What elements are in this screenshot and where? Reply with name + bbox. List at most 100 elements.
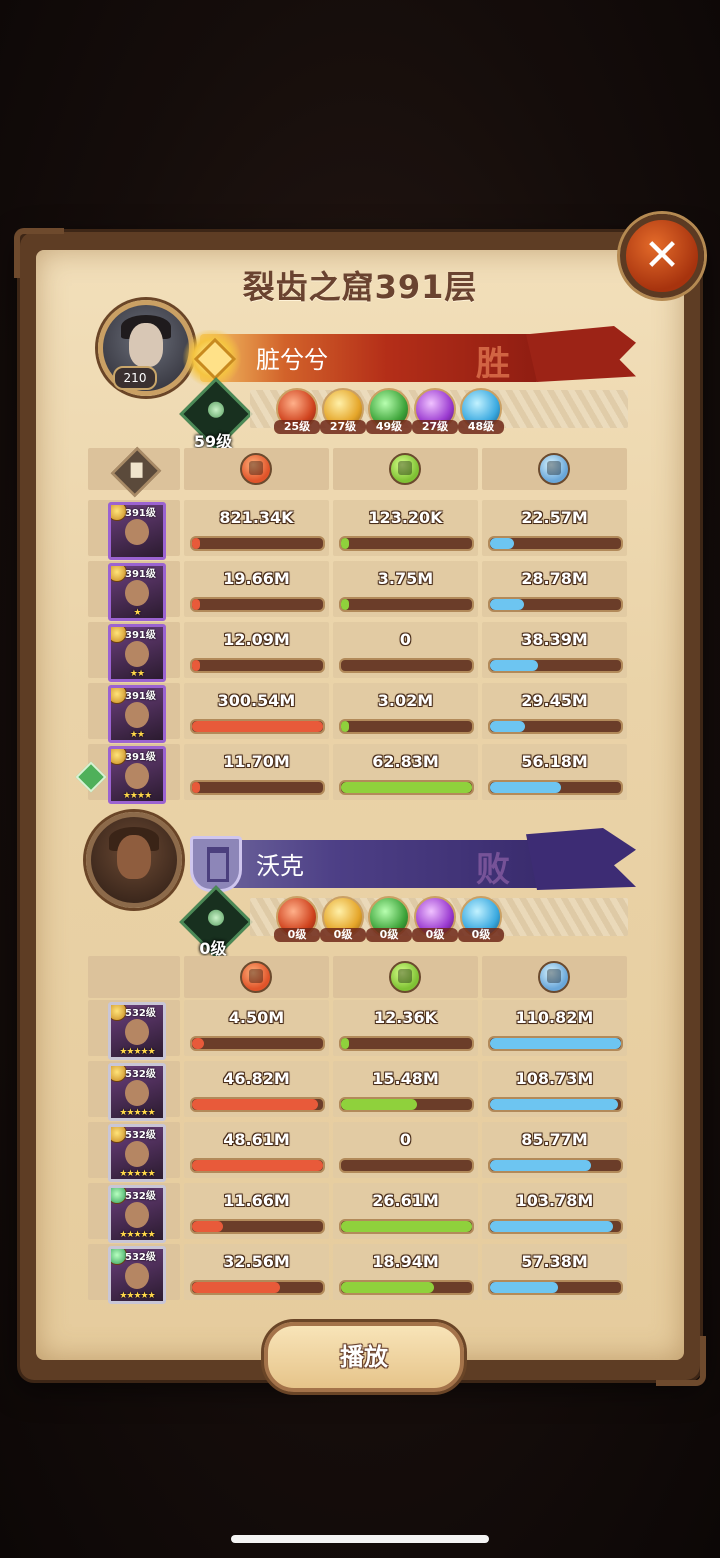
heal-bar bbox=[339, 719, 474, 734]
victory-emblem-icon bbox=[182, 330, 242, 386]
stats-header bbox=[88, 446, 632, 498]
hero-level: 532级 bbox=[125, 1130, 156, 1141]
damage-bar bbox=[190, 780, 325, 795]
hero-portrait[interactable]: 391级 ★★ bbox=[108, 624, 166, 682]
hero-stars: ★ bbox=[133, 608, 141, 618]
heal-bar-fill bbox=[341, 782, 472, 793]
hero-stars: ★★★★★ bbox=[119, 1291, 155, 1301]
heal-bar bbox=[339, 597, 474, 612]
damage-bar-fill bbox=[192, 538, 200, 549]
tank-bar-fill bbox=[490, 660, 539, 671]
hero-portrait[interactable]: 532级 ★★★★★ bbox=[108, 1002, 166, 1060]
player-avatar[interactable] bbox=[86, 812, 182, 908]
heal-value: 18.94M bbox=[372, 1252, 439, 1271]
tank-bar-fill bbox=[490, 599, 525, 610]
damage-bar-fill bbox=[192, 599, 200, 610]
light-skill-icon[interactable]: 27级 bbox=[320, 388, 366, 434]
fire-skill-icon[interactable]: 0级 bbox=[274, 896, 320, 942]
hero-stars: ★★★★★ bbox=[119, 1108, 155, 1118]
heal-value: 3.75M bbox=[377, 569, 434, 588]
tank-bar-fill bbox=[490, 1099, 619, 1110]
damage-bar-fill bbox=[192, 660, 200, 671]
hero-row: 532级 ★★★★★ 11.66M 26.61M 103.78M bbox=[88, 1183, 632, 1243]
frost-skill-icon[interactable]: 0级 bbox=[458, 896, 504, 942]
dialog-title: 裂齿之窟391层 bbox=[242, 268, 478, 306]
stats-header bbox=[88, 956, 632, 998]
hero-row: 391级 ★★ 12.09M 0 38.39M bbox=[88, 622, 632, 682]
tank-bar bbox=[488, 780, 623, 795]
heal-bar-fill bbox=[341, 538, 349, 549]
hero-portrait[interactable]: 391级 ★★ bbox=[108, 685, 166, 743]
result-label: 胜 bbox=[476, 344, 510, 384]
damage-bar-fill bbox=[192, 1221, 224, 1232]
home-indicator[interactable] bbox=[231, 1535, 489, 1543]
fire-skill-icon[interactable]: 25级 bbox=[274, 388, 320, 434]
tank-bar-fill bbox=[490, 1282, 559, 1293]
tank-bar-fill bbox=[490, 721, 526, 732]
tank-bar-fill bbox=[490, 1160, 591, 1171]
result-label: 败 bbox=[476, 850, 510, 890]
hero-level: 532级 bbox=[125, 1191, 156, 1202]
heal-value: 62.83M bbox=[372, 752, 439, 771]
void-skill-icon[interactable]: 27级 bbox=[412, 388, 458, 434]
heal-value: 15.48M bbox=[372, 1069, 439, 1088]
damage-value: 300.54M bbox=[217, 691, 296, 710]
tank-bar-fill bbox=[490, 1038, 621, 1049]
heal-icon bbox=[389, 961, 421, 993]
heal-value: 3.02M bbox=[377, 691, 434, 710]
skill-level: 0级 bbox=[458, 928, 504, 942]
skill-level: 27级 bbox=[320, 420, 366, 434]
tank-value: 22.57M bbox=[521, 508, 588, 527]
nature-skill-icon[interactable]: 0级 bbox=[366, 896, 412, 942]
tank-value: 56.18M bbox=[521, 752, 588, 771]
hero-row: 391级 ★ 19.66M 3.75M 28.78M bbox=[88, 561, 632, 621]
skill-level: 0级 bbox=[412, 928, 458, 942]
tank-value: 38.39M bbox=[521, 630, 588, 649]
damage-bar-fill bbox=[192, 1038, 204, 1049]
hero-portrait[interactable]: 391级 ★★★★ bbox=[108, 746, 166, 804]
hero-stars: ★★★★★ bbox=[119, 1169, 155, 1179]
heal-value: 0 bbox=[399, 630, 412, 649]
hero-row: 391级 ★★★★ 11.70M 62.83M 56.18M bbox=[88, 744, 632, 804]
hero-row: 532级 ★★★★★ 32.56M 18.94M 57.38M bbox=[88, 1244, 632, 1304]
nature-skill-icon[interactable]: 49级 bbox=[366, 388, 412, 434]
heal-bar-fill bbox=[341, 1038, 349, 1049]
hero-stars: ★★★★★ bbox=[119, 1047, 155, 1057]
tank-bar bbox=[488, 1158, 623, 1173]
skill-level: 49级 bbox=[366, 420, 412, 434]
report-icon[interactable] bbox=[110, 446, 162, 498]
tank-bar bbox=[488, 719, 623, 734]
hero-stars: ★★★★ bbox=[122, 791, 152, 801]
light-skill-icon[interactable]: 0级 bbox=[320, 896, 366, 942]
skill-level: 48级 bbox=[458, 420, 504, 434]
hero-row: 532级 ★★★★★ 4.50M 12.36K 110.82M bbox=[88, 1000, 632, 1060]
damage-value: 821.34K bbox=[219, 508, 294, 527]
heal-bar bbox=[339, 1280, 474, 1295]
hero-row: 532级 ★★★★★ 46.82M 15.48M 108.73M bbox=[88, 1061, 632, 1121]
damage-bar bbox=[190, 597, 325, 612]
close-button[interactable]: ✕ bbox=[620, 214, 704, 298]
play-button[interactable]: 播放 bbox=[264, 1322, 464, 1392]
hero-portrait[interactable]: 532级 ★★★★★ bbox=[108, 1246, 166, 1304]
hero-portrait[interactable]: 391级 bbox=[108, 502, 166, 560]
player-name: 脏兮兮 bbox=[256, 346, 328, 374]
hero-row: 532级 ★★★★★ 48.61M 0 85.77M bbox=[88, 1122, 632, 1182]
damage-value: 11.70M bbox=[223, 752, 290, 771]
damage-bar-fill bbox=[192, 1160, 323, 1171]
heal-bar-fill bbox=[341, 1099, 417, 1110]
damage-bar-fill bbox=[192, 782, 200, 793]
tank-bar bbox=[488, 536, 623, 551]
hero-portrait[interactable]: 532级 ★★★★★ bbox=[108, 1063, 166, 1121]
void-skill-icon[interactable]: 0级 bbox=[412, 896, 458, 942]
hero-level: 391级 bbox=[125, 569, 156, 580]
hero-portrait[interactable]: 391级 ★ bbox=[108, 563, 166, 621]
hero-portrait[interactable]: 532级 ★★★★★ bbox=[108, 1185, 166, 1243]
heal-bar bbox=[339, 1097, 474, 1112]
faction-emblem-icon bbox=[190, 836, 242, 892]
skill-level: 0级 bbox=[366, 928, 412, 942]
hero-portrait[interactable]: 532级 ★★★★★ bbox=[108, 1124, 166, 1182]
frost-skill-icon[interactable]: 48级 bbox=[458, 388, 504, 434]
hero-row: 391级 ★★ 300.54M 3.02M 29.45M bbox=[88, 683, 632, 743]
damage-bar-fill bbox=[192, 1282, 280, 1293]
tank-bar bbox=[488, 1280, 623, 1295]
